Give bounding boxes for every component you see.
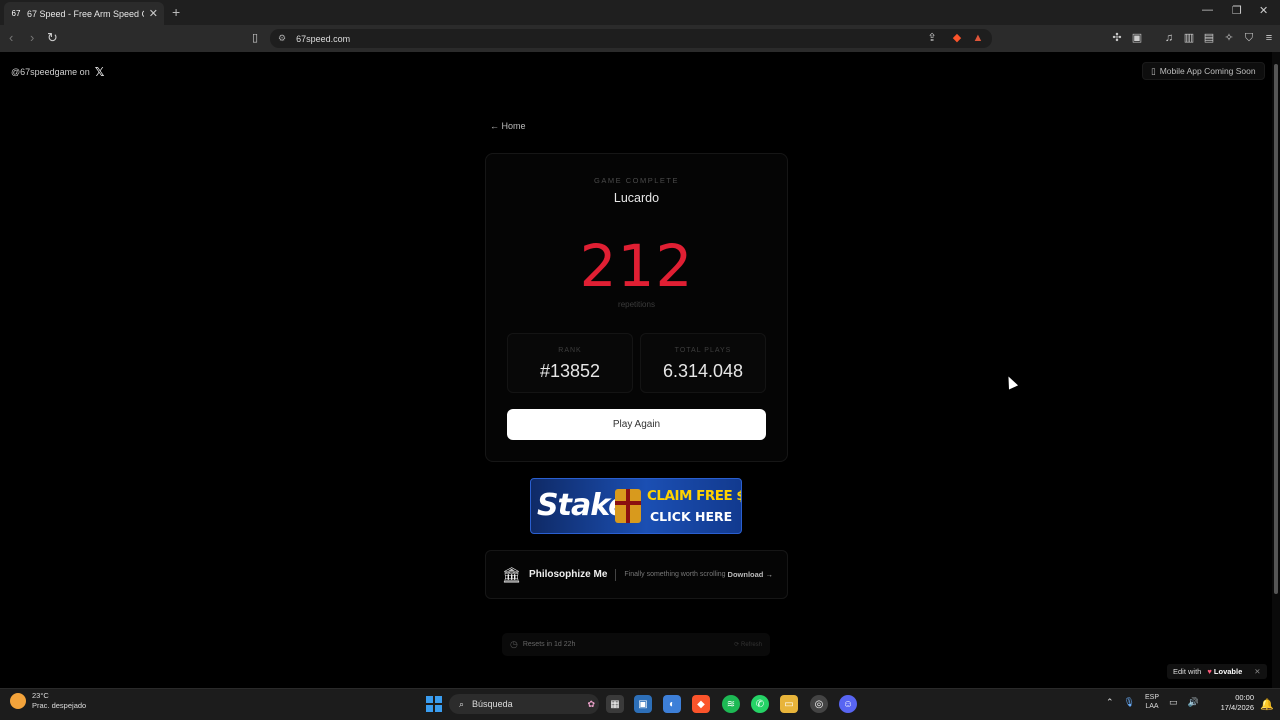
- promo-download-link[interactable]: Download →: [728, 570, 773, 579]
- copilot-icon[interactable]: ◐: [663, 695, 681, 713]
- promo-tagline: Finally something worth scrolling: [624, 571, 726, 578]
- weather-condition: Prac. despejado: [32, 701, 87, 710]
- search-icon: ⌕: [459, 698, 465, 709]
- file-explorer-icon[interactable]: ▭: [780, 695, 798, 713]
- weather-widget[interactable]: 23°C Prac. despejado: [10, 691, 86, 711]
- browser-tab[interactable]: 67 67 Speed - Free Arm Speed Cha ✕: [4, 2, 164, 25]
- brave-browser-icon[interactable]: ◆: [692, 695, 710, 713]
- gift-icon: [615, 489, 641, 523]
- temperature: 23°C: [32, 691, 49, 700]
- forward-arrow-icon[interactable]: ›: [30, 30, 34, 45]
- microphone-icon[interactable]: 🎙: [1124, 697, 1135, 708]
- steam-icon[interactable]: ◎: [810, 695, 828, 713]
- new-tab-button[interactable]: +: [172, 4, 180, 20]
- close-badge-icon[interactable]: ✕: [1254, 667, 1260, 676]
- wallet-icon[interactable]: ▤: [1202, 31, 1216, 45]
- volume-icon[interactable]: 🔊: [1188, 697, 1199, 708]
- share-icon[interactable]: ⇪: [925, 31, 939, 45]
- url-text: 67speed.com: [296, 33, 351, 44]
- media-icon[interactable]: ♫: [1162, 31, 1176, 45]
- app-icon[interactable]: ▣: [634, 695, 652, 713]
- total-plays-stat: TOTAL PLAYS 6.314.048: [640, 333, 766, 393]
- taskbar-search[interactable]: ⌕ Búsqueda ✿: [449, 694, 599, 714]
- site-favicon-icon: 67: [11, 9, 21, 18]
- temple-icon: 🏛: [502, 566, 522, 584]
- total-plays-label: TOTAL PLAYS: [674, 347, 732, 354]
- refresh-button[interactable]: ⟳ Refresh: [734, 641, 762, 648]
- heart-icon: ♥: [1207, 667, 1212, 676]
- reload-icon[interactable]: ↻: [47, 30, 58, 46]
- spotify-icon[interactable]: ≋: [722, 695, 740, 713]
- bookmark-icon[interactable]: ▯: [248, 31, 262, 45]
- lovable-badge[interactable]: Edit with ♥ Lovable ✕: [1167, 664, 1267, 679]
- brave-shields-icon[interactable]: ◆: [950, 31, 964, 45]
- network-icon[interactable]: ▭: [1169, 697, 1178, 708]
- clock-time: 00:00: [1235, 693, 1254, 702]
- mobile-app-badge: ▯ Mobile App Coming Soon: [1142, 62, 1265, 80]
- promo-divider: [615, 568, 617, 581]
- x-logo-icon: 𝕏: [94, 65, 105, 79]
- ad-cta-text: CLICK HERE: [650, 509, 733, 524]
- start-button[interactable]: [426, 696, 442, 712]
- tab-search-icon[interactable]: ▣: [1130, 31, 1144, 45]
- stake-ad-banner[interactable]: Stake CLAIM FREE $35 CLICK HERE: [530, 478, 742, 534]
- leo-ai-icon[interactable]: ✧: [1222, 31, 1236, 45]
- clock-date: 17/4/2026: [1220, 703, 1254, 712]
- ad-claim-text: CLAIM FREE $35: [647, 488, 741, 504]
- close-tab-icon[interactable]: ✕: [149, 7, 158, 20]
- menu-icon[interactable]: ≡: [1262, 31, 1276, 45]
- philosophize-promo[interactable]: 🏛 Philosophize Me Finally something wort…: [485, 550, 788, 599]
- promo-title: Philosophize Me: [529, 569, 608, 580]
- task-view-icon[interactable]: ▦: [606, 695, 624, 713]
- tab-title: 67 Speed - Free Arm Speed Cha: [27, 8, 144, 19]
- clock-icon: ◷: [510, 639, 518, 649]
- sidebar-icon[interactable]: ▥: [1182, 31, 1196, 45]
- extensions-icon[interactable]: ✣: [1110, 31, 1124, 45]
- tab-strip: [0, 0, 1280, 25]
- reset-timer-text: Resets in 1d 22h: [522, 641, 576, 648]
- score-unit-label: repetitions: [618, 300, 655, 309]
- address-bar[interactable]: ⚙ 67speed.com: [270, 29, 992, 48]
- discord-icon[interactable]: ☺: [839, 695, 857, 713]
- phone-icon: ▯: [1151, 65, 1156, 76]
- back-arrow-icon[interactable]: ‹: [9, 30, 13, 45]
- brave-rewards-icon[interactable]: ▲: [971, 31, 985, 45]
- weather-sun-icon: [10, 693, 26, 709]
- x-handle-text: @67speedgame on: [11, 67, 90, 77]
- vpn-shield-icon[interactable]: ⛉: [1242, 31, 1256, 45]
- system-tray: ⌃ 🎙 ESP LAA ▭ 🔊: [1106, 693, 1199, 711]
- x-social-link[interactable]: @67speedgame on 𝕏: [11, 65, 104, 79]
- lovable-prefix: Edit with: [1173, 667, 1202, 676]
- lang-code: ESP: [1144, 694, 1159, 701]
- site-info-icon[interactable]: ⚙: [278, 33, 286, 44]
- clock[interactable]: 00:00 17/4/2026: [1212, 693, 1254, 713]
- home-link[interactable]: ← Home: [490, 121, 526, 131]
- search-placeholder: Búsqueda: [472, 699, 513, 709]
- rank-stat: RANK #13852: [507, 333, 633, 393]
- close-window-button[interactable]: ✕: [1259, 4, 1268, 17]
- mobile-badge-text: Mobile App Coming Soon: [1159, 66, 1256, 76]
- refresh-label: Refresh: [740, 642, 762, 648]
- reset-timer-bar: ◷ Resets in 1d 22h ⟳ Refresh: [502, 633, 770, 656]
- layout-code: LAA: [1145, 703, 1159, 710]
- language-indicator[interactable]: ESP LAA: [1145, 693, 1159, 711]
- whatsapp-icon[interactable]: ✆: [751, 695, 769, 713]
- player-name: Lucardo: [613, 191, 660, 205]
- search-highlight-icon: ✿: [587, 698, 595, 709]
- minimize-button[interactable]: —: [1202, 4, 1213, 16]
- rank-label: RANK: [558, 347, 582, 354]
- lovable-brand: Lovable: [1213, 667, 1243, 676]
- scrollbar-thumb[interactable]: [1274, 64, 1278, 594]
- game-complete-label: GAME COMPLETE: [594, 176, 679, 185]
- score-value: 212: [579, 232, 694, 300]
- total-plays-value: 6.314.048: [662, 361, 744, 381]
- play-again-button[interactable]: Play Again: [507, 409, 766, 440]
- maximize-button[interactable]: ❐: [1232, 4, 1242, 17]
- notification-bell-icon[interactable]: 🔔: [1260, 698, 1274, 711]
- stake-logo: Stake: [537, 488, 628, 523]
- rank-value: #13852: [539, 361, 601, 381]
- tray-overflow-icon[interactable]: ⌃: [1106, 697, 1114, 708]
